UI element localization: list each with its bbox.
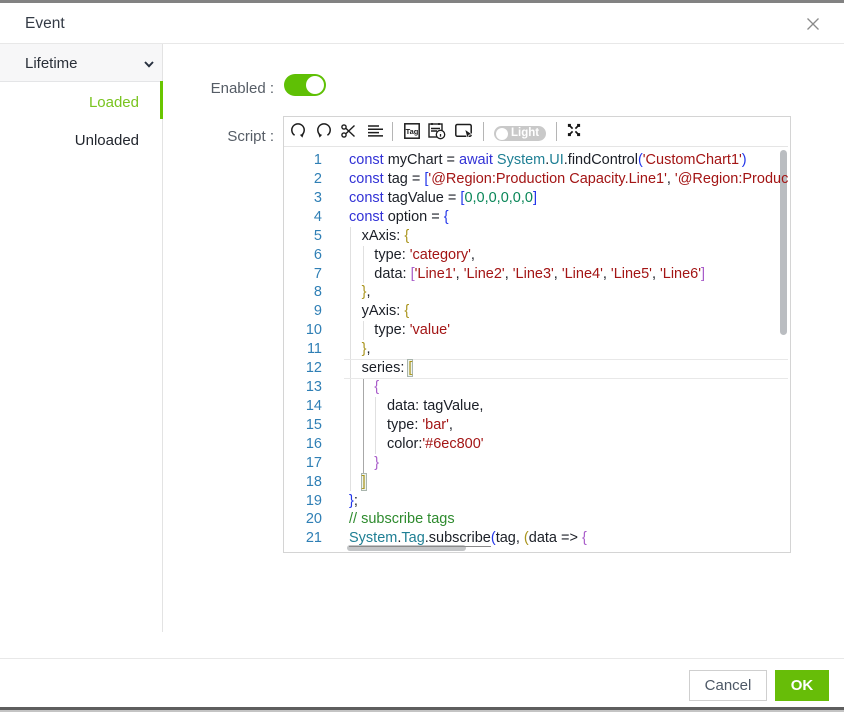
svg-text:Tag: Tag [406,127,419,136]
